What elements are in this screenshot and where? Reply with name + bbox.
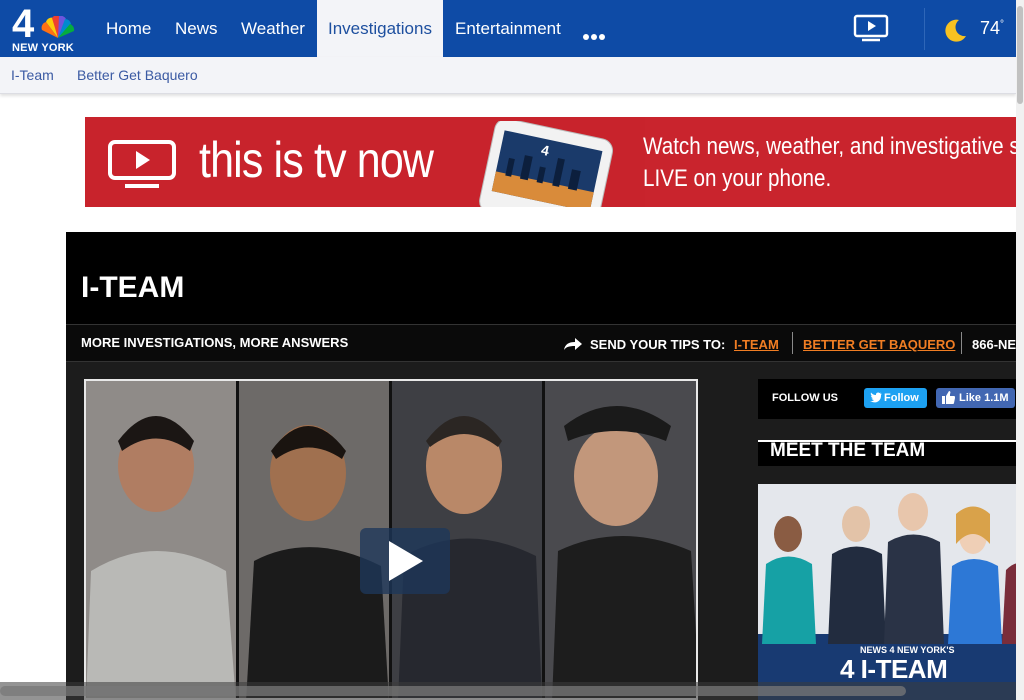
nav-weather[interactable]: Weather (230, 0, 316, 57)
iteam-subtitle: MORE INVESTIGATIONS, MORE ANSWERS (81, 335, 349, 350)
vertical-scrollbar[interactable] (1016, 0, 1024, 700)
facebook-like-label: Like (959, 392, 982, 404)
station-logo[interactable]: 4 NEW YORK (8, 2, 82, 54)
tv-play-icon[interactable] (853, 14, 889, 42)
nav-news[interactable]: News (164, 0, 229, 57)
thumbs-up-icon (942, 391, 955, 404)
page-title: I-TEAM (81, 271, 185, 304)
phone-graphic: 4 (479, 121, 613, 207)
follow-label: FOLLOW US (772, 392, 838, 404)
tv-play-icon (108, 140, 176, 188)
tips-divider (792, 332, 793, 354)
banner-copy-line1: Watch news, weather, and investigative s… (643, 133, 1024, 160)
tips-link-iteam[interactable]: I-TEAM (734, 337, 779, 352)
banner-copy: Watch news, weather, and investigative s… (643, 131, 1024, 195)
subnav-better-get-baquero[interactable]: Better Get Baquero (77, 67, 198, 83)
logo-city: NEW YORK (12, 42, 74, 54)
vertical-scrollbar-thumb[interactable] (1017, 6, 1023, 104)
banner-copy-line2: LIVE on your phone. (643, 165, 832, 192)
temperature[interactable]: 74° (980, 18, 1004, 39)
banner-tagline: this is tv now (199, 132, 434, 188)
peacock-icon (41, 16, 75, 38)
tips-divider (961, 332, 962, 354)
logo-number: 4 (12, 2, 34, 46)
ellipsis-icon[interactable] (583, 27, 609, 40)
team-badge: 4 I-TEAM (840, 654, 948, 684)
nav-home[interactable]: Home (95, 0, 162, 57)
nav-entertainment[interactable]: Entertainment (444, 0, 572, 57)
horizontal-scrollbar-thumb[interactable] (0, 686, 906, 696)
team-photo[interactable]: NEWS 4 NEW YORK'S 4 I-TEAM (758, 484, 1024, 700)
iteam-header (66, 232, 1024, 324)
facebook-like-count: 1.1M (984, 392, 1009, 404)
tips-link-better-get-baquero[interactable]: BETTER GET BAQUERO (803, 337, 955, 352)
tips-label: SEND YOUR TIPS TO: (590, 337, 726, 352)
nav-investigations[interactable]: Investigations (317, 0, 443, 57)
promo-banner[interactable]: this is tv now 4 Watch news, weather, an… (85, 117, 1024, 207)
crescent-moon-icon (945, 19, 966, 42)
subnav-iteam[interactable]: I-Team (11, 67, 54, 83)
meet-the-team-title: MEET THE TEAM (770, 440, 926, 461)
share-arrow-icon (564, 338, 582, 350)
play-icon (389, 541, 423, 581)
nav-divider (924, 8, 925, 50)
twitter-bird-icon (870, 392, 882, 403)
